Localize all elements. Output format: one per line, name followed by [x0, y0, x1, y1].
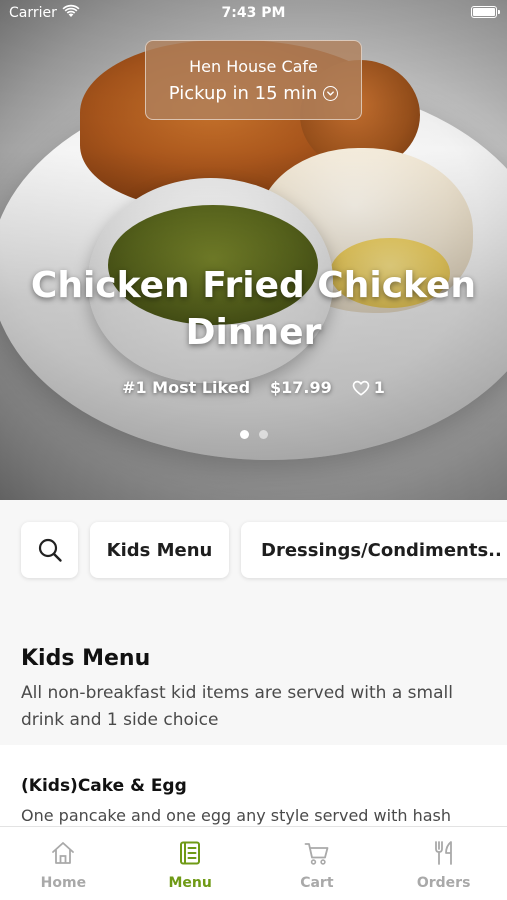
page-dot-active[interactable]	[239, 430, 249, 439]
menu-icon	[180, 841, 201, 865]
section-title: Kids Menu	[21, 646, 151, 671]
page-dot[interactable]	[258, 430, 268, 439]
tab-orders[interactable]: Orders	[380, 827, 507, 900]
tab-menu[interactable]: Menu	[127, 827, 254, 900]
pickup-time: Pickup in 15 min	[146, 83, 361, 104]
section-description: All non-breakfast kid items are served w…	[21, 683, 453, 730]
search-icon	[38, 538, 62, 562]
like-count: 1	[373, 378, 385, 397]
clock-label: 7:43 PM	[221, 5, 286, 21]
home-icon	[52, 842, 75, 864]
status-bar: Carrier 7:43 PM	[0, 0, 507, 28]
tab-label: Home	[40, 875, 87, 891]
featured-item-title: Chicken Fried Chicken Dinner	[30, 265, 477, 353]
search-button[interactable]	[21, 522, 78, 578]
tab-bar: Home Menu Cart Orders	[0, 826, 507, 900]
category-bar: Kids Menu Dressings/Condiments..	[0, 500, 507, 600]
tab-home[interactable]: Home	[0, 827, 127, 900]
menu-item-description: One pancake and one egg any style served…	[21, 806, 451, 825]
like-button[interactable]: 1	[352, 378, 385, 397]
featured-item-meta: #1 Most Liked $17.99 1	[0, 378, 507, 397]
category-chip-dressings[interactable]: Dressings/Condiments..	[241, 522, 507, 578]
store-name: Hen House Cafe	[189, 57, 318, 76]
battery-icon	[471, 6, 500, 18]
carousel-pagination	[0, 430, 507, 439]
hero-banner[interactable]: Carrier 7:43 PM Hen House Cafe Pickup in…	[0, 0, 507, 500]
rank-label: #1 Most Liked	[122, 378, 251, 397]
orders-icon	[434, 841, 452, 865]
menu-item-card[interactable]: (Kids)Cake & Egg One pancake and one egg…	[0, 745, 507, 835]
tab-label: Cart	[300, 875, 334, 891]
pickup-label: Pickup in 15 min	[168, 83, 318, 104]
heart-icon	[352, 380, 370, 396]
price-label: $17.99	[270, 378, 332, 397]
menu-item-title: (Kids)Cake & Egg	[21, 776, 187, 796]
store-selector[interactable]: Hen House Cafe Pickup in 15 min	[145, 40, 362, 120]
tab-label: Menu	[168, 875, 212, 891]
tab-label: Orders	[416, 875, 471, 891]
category-chip-kids-menu[interactable]: Kids Menu	[90, 522, 229, 578]
tab-cart[interactable]: Cart	[254, 827, 381, 900]
cart-icon	[304, 843, 329, 865]
chevron-down-circle-icon	[323, 86, 339, 101]
